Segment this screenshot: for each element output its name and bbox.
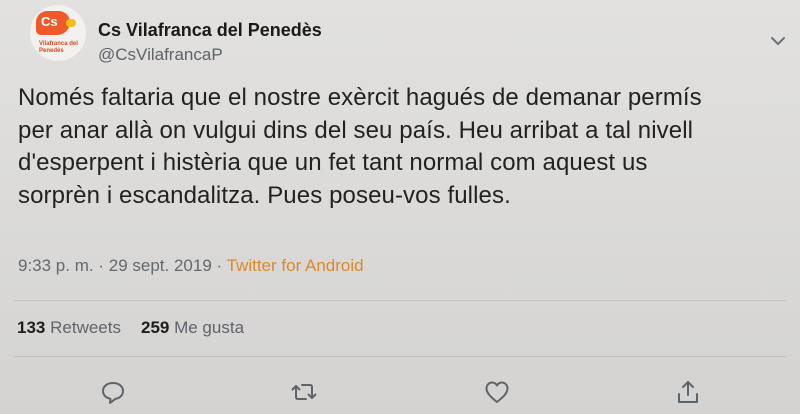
tweet-meta: 9:33 p. m. · 29 sept. 2019 · Twitter for… [18,256,364,276]
source-app-link[interactable]: Twitter for Android [227,256,364,275]
avatar-text: Cs [41,14,58,29]
tweet-line: per anar allà on vulgui dins del seu paí… [18,116,694,144]
tweet-time[interactable]: 9:33 p. m. [18,256,94,275]
tweet-line: d'esperpent i histèria que un fet tant n… [18,149,648,176]
tweet-line: Només faltaria que el nostre exèrcit hag… [18,84,702,111]
avatar[interactable]: Cs Vilafranca del Penedès [30,5,86,61]
retweets-stat[interactable]: 133 Retweets [17,318,121,337]
share-icon[interactable] [674,378,702,406]
action-bar [0,372,800,412]
divider [14,356,786,357]
tweet-date[interactable]: 29 sept. 2019 [109,256,212,275]
brand-logo: Cs [36,11,70,35]
likes-stat[interactable]: 259 Me gusta [141,318,244,337]
retweets-count: 133 [17,318,46,337]
heart-icon[interactable] [483,378,511,406]
tweet-line: sorprèn i escandalitza. Pues poseu-vos f… [18,181,511,209]
logo-heart-icon [66,19,76,27]
meta-separator: · [98,256,105,275]
divider [14,300,786,301]
reply-icon[interactable] [99,378,127,406]
chevron-down-icon[interactable] [771,36,785,46]
user-handle[interactable]: @CsVilafrancaP [98,45,223,65]
retweet-icon[interactable] [290,378,318,406]
tweet-text: Només faltaria que el nostre exèrcit hag… [18,82,793,212]
meta-separator: · [216,256,223,275]
likes-count: 259 [140,318,170,337]
retweets-label: Retweets [50,318,121,337]
avatar-subtext: Vilafranca del Penedès [39,41,78,54]
likes-label: Me gusta [174,318,245,337]
display-name[interactable]: Cs Vilafranca del Penedès [98,20,322,41]
tweet-screenshot: Cs Vilafranca del Penedès Cs Vilafranca … [0,0,800,414]
engagement-stats: 133 Retweets 259 Me gusta [17,318,244,338]
